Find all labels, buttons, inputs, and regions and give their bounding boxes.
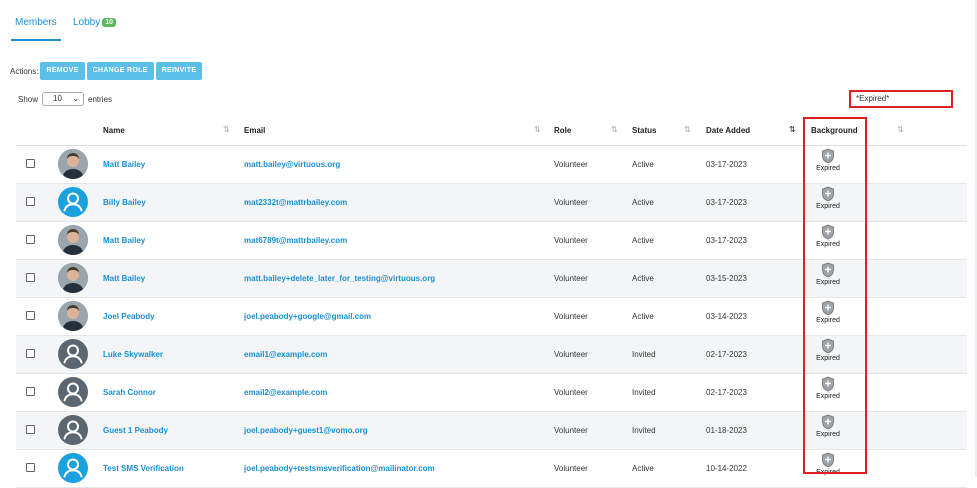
row-checkbox[interactable] <box>26 463 35 472</box>
entries-select[interactable]: 10 ⌄ <box>42 92 85 106</box>
sort-arrows-icon[interactable]: ⇅ <box>223 125 230 134</box>
member-status: Invited <box>632 388 656 397</box>
member-email-link[interactable]: mat2332t@mattrbailey.com <box>244 198 347 207</box>
avatar <box>58 301 88 331</box>
member-date-added: 03-14-2023 <box>706 312 747 321</box>
actions-bar: Actions: REMOVE CHANGE ROLE REINVITE <box>10 62 204 80</box>
row-checkbox[interactable] <box>26 235 35 244</box>
member-name-link[interactable]: Matt Bailey <box>103 160 145 169</box>
row-checkbox[interactable] <box>26 311 35 320</box>
member-name-link[interactable]: Luke Skywalker <box>103 350 163 359</box>
avatar <box>58 149 88 179</box>
tab-lobby-label: Lobby <box>73 17 101 28</box>
member-date-added: 10-14-2022 <box>706 464 747 473</box>
member-role: Volunteer <box>554 464 588 473</box>
tab-members[interactable]: Members <box>15 17 57 28</box>
row-checkbox[interactable] <box>26 159 35 168</box>
lobby-count-badge: 10 <box>102 18 117 27</box>
member-name-link[interactable]: Billy Bailey <box>103 198 146 207</box>
avatar <box>58 187 88 217</box>
change-role-button[interactable]: CHANGE ROLE <box>86 62 154 80</box>
member-email-link[interactable]: email2@example.com <box>244 388 327 397</box>
member-email-link[interactable]: email1@example.com <box>244 350 327 359</box>
member-email-link[interactable]: matt.bailey@virtuous.org <box>244 160 340 169</box>
remove-button[interactable]: REMOVE <box>40 62 85 80</box>
member-status: Active <box>632 198 654 207</box>
avatar <box>58 263 88 293</box>
column-date-added[interactable]: Date Added <box>706 126 750 135</box>
member-role: Volunteer <box>554 426 588 435</box>
reinvite-button[interactable]: REINVITE <box>155 62 203 80</box>
member-name-link[interactable]: Joel Peabody <box>103 312 155 321</box>
member-role: Volunteer <box>554 274 588 283</box>
member-status: Active <box>632 274 654 283</box>
member-date-added: 03-15-2023 <box>706 274 747 283</box>
avatar <box>58 225 88 255</box>
row-checkbox[interactable] <box>26 425 35 434</box>
member-date-added: 03-17-2023 <box>706 198 747 207</box>
member-date-added: 02-17-2023 <box>706 350 747 359</box>
member-date-added: 03-17-2023 <box>706 236 747 245</box>
background-column-highlight <box>803 117 867 474</box>
sort-arrows-icon[interactable]: ⇅ <box>611 125 618 134</box>
member-email-link[interactable]: joel.peabody+guest1@vomo.org <box>244 426 368 435</box>
member-email-link[interactable]: joel.peabody+testsmsverification@mailina… <box>244 464 435 473</box>
member-status: Invited <box>632 426 656 435</box>
entries-control: Show 10 ⌄ entries <box>18 92 112 106</box>
sort-arrows-icon[interactable]: ⇅ <box>684 125 691 134</box>
avatar <box>58 453 88 483</box>
sort-arrows-icon[interactable]: ⇅ <box>897 125 904 134</box>
member-role: Volunteer <box>554 350 588 359</box>
tab-lobby[interactable]: Lobby 10 <box>73 17 117 28</box>
chevron-down-icon: ⌄ <box>72 94 80 103</box>
member-email-link[interactable]: matt.bailey+delete_later_for_testing@vir… <box>244 274 435 283</box>
entries-value: 10 <box>53 94 62 103</box>
member-date-added: 03-17-2023 <box>706 160 747 169</box>
sort-arrows-icon[interactable]: ⇅ <box>534 125 541 134</box>
member-name-link[interactable]: Matt Bailey <box>103 274 145 283</box>
member-date-added: 01-18-2023 <box>706 426 747 435</box>
row-checkbox[interactable] <box>26 197 35 206</box>
entries-suffix: entries <box>88 94 113 104</box>
show-label: Show <box>18 94 39 104</box>
avatar <box>58 377 88 407</box>
member-status: Active <box>632 236 654 245</box>
member-email-link[interactable]: mat6789t@mattrbailey.com <box>244 236 347 245</box>
member-role: Volunteer <box>554 160 588 169</box>
member-email-link[interactable]: joel.peabody+google@gmail.com <box>244 312 371 321</box>
member-name-link[interactable]: Matt Bailey <box>103 236 145 245</box>
member-status: Active <box>632 464 654 473</box>
member-role: Volunteer <box>554 312 588 321</box>
member-role: Volunteer <box>554 388 588 397</box>
actions-label: Actions: <box>10 66 39 76</box>
row-checkbox[interactable] <box>26 349 35 358</box>
column-name[interactable]: Name <box>103 126 125 135</box>
member-role: Volunteer <box>554 198 588 207</box>
member-date-added: 02-17-2023 <box>706 388 747 397</box>
member-name-link[interactable]: Sarah Connor <box>103 388 156 397</box>
row-checkbox[interactable] <box>26 273 35 282</box>
avatar <box>58 415 88 445</box>
avatar <box>58 339 88 369</box>
member-status: Active <box>632 312 654 321</box>
member-name-link[interactable]: Test SMS Verification <box>103 464 184 473</box>
row-checkbox[interactable] <box>26 387 35 396</box>
column-role[interactable]: Role <box>554 126 571 135</box>
member-name-link[interactable]: Guest 1 Peabody <box>103 426 168 435</box>
member-status: Active <box>632 160 654 169</box>
column-email[interactable]: Email <box>244 126 265 135</box>
search-input[interactable]: *Expired* <box>849 90 953 108</box>
active-tab-underline <box>11 39 61 41</box>
sort-desc-icon[interactable]: ⇅ <box>789 125 796 134</box>
member-role: Volunteer <box>554 236 588 245</box>
member-status: Invited <box>632 350 656 359</box>
column-status[interactable]: Status <box>632 126 656 135</box>
